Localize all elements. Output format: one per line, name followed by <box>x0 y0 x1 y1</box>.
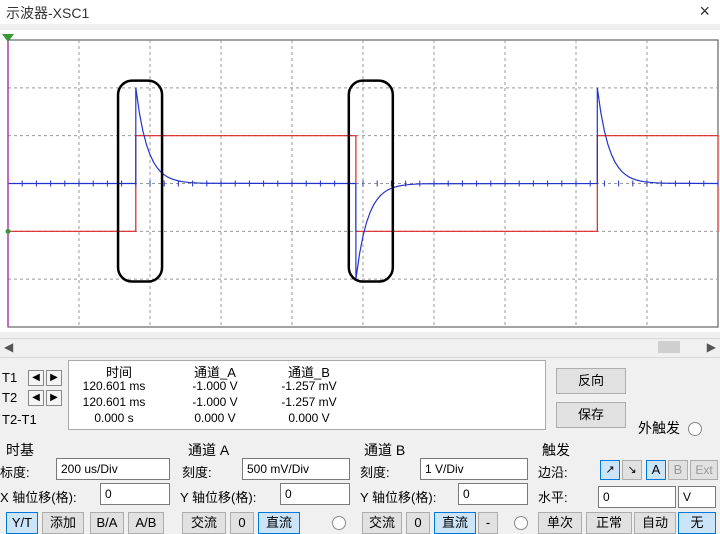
trigger-level-field[interactable]: 0 <box>598 486 676 508</box>
channel-a-dc-button[interactable]: 直流 <box>258 512 300 534</box>
mode-ab-button[interactable]: A/B <box>128 512 164 534</box>
channel-b-ac-button[interactable]: 交流 <box>362 512 402 534</box>
rising-edge-icon[interactable]: ↗ <box>600 460 620 480</box>
channel-b-radio[interactable] <box>514 516 528 530</box>
reverse-button[interactable]: 反向 <box>556 368 626 394</box>
mode-ba-button[interactable]: B/A <box>90 512 124 534</box>
scroll-left-icon[interactable]: ◀ <box>4 340 13 354</box>
t2-ch-a: -1.000 V <box>192 395 238 409</box>
channel-a-ypos-label: Y 轴位移(格): <box>180 490 257 505</box>
trigger-normal-button[interactable]: 正常 <box>586 512 632 534</box>
trigger-source-a-button[interactable]: A <box>646 460 666 480</box>
channel-b-scale-field[interactable]: 1 V/Div <box>420 458 528 480</box>
t2-right-arrow-icon[interactable]: ▶ <box>46 390 62 406</box>
x-position-field[interactable]: 0 <box>100 483 170 505</box>
timebase-scale-label: 标度: <box>0 465 30 480</box>
t2-time: 120.601 ms <box>82 395 146 409</box>
channel-b-title: 通道 B <box>364 442 406 458</box>
t1-right-arrow-icon[interactable]: ▶ <box>46 370 62 386</box>
diff-ch-b: 0.000 V <box>288 411 330 425</box>
t1-time: 120.601 ms <box>82 379 146 393</box>
channel-b-scale-label: 刻度: <box>360 465 390 480</box>
trigger-source-ext-button[interactable]: Ext <box>690 460 718 480</box>
ground-marker-icon <box>5 228 11 234</box>
t1-ch-b: -1.257 mV <box>281 379 337 393</box>
t1-left-arrow-icon[interactable]: ◀ <box>28 370 44 386</box>
save-button[interactable]: 保存 <box>556 402 626 428</box>
channel-a-ac-button[interactable]: 交流 <box>182 512 226 534</box>
ext-trigger-label: 外触发 <box>638 420 680 436</box>
channel-b-dc-button[interactable]: 直流 <box>434 512 476 534</box>
trigger-level-unit[interactable]: V <box>678 486 716 508</box>
waveform-plot <box>2 34 719 328</box>
diff-ch-a: 0.000 V <box>194 411 236 425</box>
channel-b-invert-button[interactable]: - <box>478 512 498 534</box>
trigger-none-button[interactable]: 无 <box>678 512 716 534</box>
channel-a-scale-label: 刻度: <box>182 465 212 480</box>
row-label-t1: T1 <box>2 370 18 385</box>
ext-trigger-radio[interactable] <box>688 422 702 436</box>
channel-b-zero-button[interactable]: 0 <box>406 512 430 534</box>
timebase-scale-field[interactable]: 200 us/Div <box>56 458 170 480</box>
oscilloscope-screen <box>0 30 720 332</box>
channel-b-ypos-label: Y 轴位移(格): <box>360 490 437 505</box>
timebase-title: 时基 <box>6 442 34 458</box>
window-title: 示波器-XSC1 <box>6 5 90 21</box>
channel-a-scale-field[interactable]: 500 mV/Div <box>242 458 350 480</box>
t1-ch-a: -1.000 V <box>192 379 238 393</box>
row-label-t2-t1: T2-T1 <box>2 412 37 427</box>
trigger-source-b-button[interactable]: B <box>668 460 688 480</box>
channel-a-radio[interactable] <box>332 516 346 530</box>
scroll-thumb[interactable] <box>658 341 680 353</box>
t2-left-arrow-icon[interactable]: ◀ <box>28 390 44 406</box>
scroll-right-icon[interactable]: ▶ <box>707 340 716 354</box>
channel-b-ypos-field[interactable]: 0 <box>458 483 528 505</box>
falling-edge-icon[interactable]: ↘ <box>622 460 642 480</box>
trigger-auto-button[interactable]: 自动 <box>634 512 676 534</box>
row-label-t2: T2 <box>2 390 18 405</box>
t2-ch-b: -1.257 mV <box>281 395 337 409</box>
trigger-single-button[interactable]: 单次 <box>538 512 582 534</box>
trigger-title: 触发 <box>542 442 570 458</box>
mode-yt-button[interactable]: Y/T <box>6 512 38 534</box>
mode-add-button[interactable]: 添加 <box>42 512 84 534</box>
channel-a-title: 通道 A <box>188 442 230 458</box>
channel-a-ypos-field[interactable]: 0 <box>280 483 350 505</box>
trigger-edge-label: 边沿: <box>538 465 568 480</box>
diff-time: 0.000 s <box>94 411 134 425</box>
x-position-label: X 轴位移(格): <box>0 490 77 505</box>
title-bar: 示波器-XSC1 × <box>0 0 720 24</box>
close-icon[interactable]: × <box>699 1 710 22</box>
horizontal-scrollbar[interactable]: ◀ ▶ <box>0 338 720 358</box>
trigger-level-label: 水平: <box>538 490 568 505</box>
channel-a-zero-button[interactable]: 0 <box>230 512 254 534</box>
cursor-readout-table: 时间 通道_A 通道_B 120.601 ms -1.000 V -1.257 … <box>68 360 546 430</box>
